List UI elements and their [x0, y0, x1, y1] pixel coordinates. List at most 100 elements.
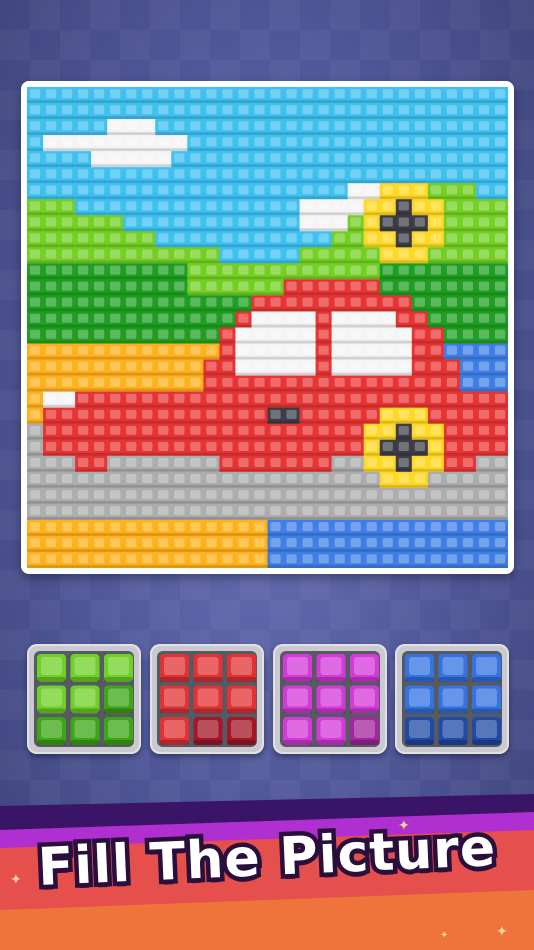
pixel-block: [459, 151, 477, 168]
pixel-block: [235, 519, 252, 537]
palette-block[interactable]: [160, 685, 189, 714]
pixel-block: [299, 103, 316, 120]
palette-block[interactable]: [316, 717, 346, 745]
palette-block[interactable]: [472, 717, 501, 745]
palette-block[interactable]: [104, 654, 133, 682]
palette-tray-magenta[interactable]: [273, 644, 387, 754]
pixel-block: [395, 183, 413, 200]
pixel-block: [475, 327, 493, 344]
pixel-block: [315, 215, 332, 232]
pixel-block: [107, 279, 124, 296]
palette-block[interactable]: [405, 654, 434, 682]
pixel-block: [43, 279, 60, 296]
pixel-block: [315, 103, 332, 120]
pixel-block: [235, 343, 252, 360]
palette-block[interactable]: [316, 654, 346, 682]
palette-block[interactable]: [37, 717, 66, 745]
pixel-block: [187, 247, 204, 264]
pixel-block: [443, 551, 461, 568]
pixel-block: [107, 503, 124, 521]
palette-block[interactable]: [350, 685, 379, 714]
palette-blocks-blue[interactable]: [402, 651, 502, 747]
pixel-block: [155, 423, 172, 441]
pixel-block: [347, 119, 364, 136]
pixel-block: [379, 439, 397, 457]
palette-block[interactable]: [37, 685, 66, 714]
palette-block[interactable]: [350, 717, 379, 745]
palette-block[interactable]: [227, 717, 256, 745]
pixel-block: [331, 391, 348, 408]
palette-block[interactable]: [227, 654, 256, 682]
pixel-block: [443, 103, 461, 120]
pixel-block: [187, 167, 204, 184]
palette-block[interactable]: [405, 685, 434, 714]
palette-block[interactable]: [193, 717, 223, 745]
palette-block[interactable]: [193, 685, 223, 714]
palette-block[interactable]: [160, 717, 189, 745]
pixel-block: [475, 247, 493, 264]
pixel-block: [187, 183, 204, 200]
pixel-block: [27, 167, 44, 184]
palette-block[interactable]: [283, 685, 312, 714]
palette-block[interactable]: [104, 685, 133, 714]
palette-blocks-magenta[interactable]: [280, 651, 380, 747]
palette-tray-green[interactable]: [27, 644, 141, 754]
pixel-block: [459, 519, 477, 537]
palette-block[interactable]: [70, 717, 100, 745]
pixel-block: [459, 103, 477, 120]
palette-block[interactable]: [227, 685, 256, 714]
pixel-block: [155, 295, 172, 312]
pixel-block: [27, 503, 44, 521]
pixel-block: [235, 263, 252, 280]
palette-block[interactable]: [350, 654, 379, 682]
pixel-block: [203, 231, 220, 248]
palette-blocks-green[interactable]: [34, 651, 134, 747]
pixel-block: [107, 455, 124, 473]
pixel-block: [59, 407, 76, 424]
pixel-block: [251, 199, 268, 216]
palette-tray-red[interactable]: [150, 644, 264, 754]
palette-tray-blue[interactable]: [395, 644, 509, 754]
picture-board[interactable]: [27, 87, 508, 568]
pixel-block: [347, 183, 364, 200]
pixel-block: [475, 263, 493, 280]
pixel-block: [459, 279, 477, 296]
palette-block[interactable]: [193, 654, 223, 682]
pixel-block: [43, 311, 60, 328]
pixel-picture[interactable]: [27, 87, 508, 568]
pixel-block: [219, 519, 236, 537]
palette-block[interactable]: [316, 685, 346, 714]
pixel-block: [59, 311, 76, 328]
pixel-block: [203, 359, 220, 376]
palette-block[interactable]: [283, 654, 312, 682]
palette-block[interactable]: [472, 654, 501, 682]
pixel-block: [427, 471, 445, 489]
pixel-block: [331, 439, 348, 457]
pixel-block: [59, 455, 76, 473]
palette-block[interactable]: [37, 654, 66, 682]
palette-block[interactable]: [70, 685, 100, 714]
palette-blocks-red[interactable]: [157, 651, 257, 747]
palette-block[interactable]: [104, 717, 133, 745]
pixel-block: [283, 311, 300, 328]
pixel-block: [235, 295, 252, 312]
palette-block[interactable]: [438, 717, 468, 745]
pixel-block: [283, 215, 300, 232]
pixel-block: [459, 263, 477, 280]
palette-block[interactable]: [405, 717, 434, 745]
pixel-block: [491, 119, 508, 136]
pixel-block: [123, 455, 140, 473]
palette-block[interactable]: [283, 717, 312, 745]
palette-block[interactable]: [160, 654, 189, 682]
palette-block[interactable]: [70, 654, 100, 682]
palette-block[interactable]: [438, 685, 468, 714]
pixel-block: [459, 327, 477, 344]
pixel-block: [43, 327, 60, 344]
pixel-block: [411, 423, 429, 441]
pixel-block: [187, 311, 204, 328]
pixel-block: [123, 167, 140, 184]
palette-block[interactable]: [472, 685, 501, 714]
palette-block[interactable]: [438, 654, 468, 682]
pixel-block: [187, 199, 204, 216]
pixel-block: [411, 391, 429, 408]
